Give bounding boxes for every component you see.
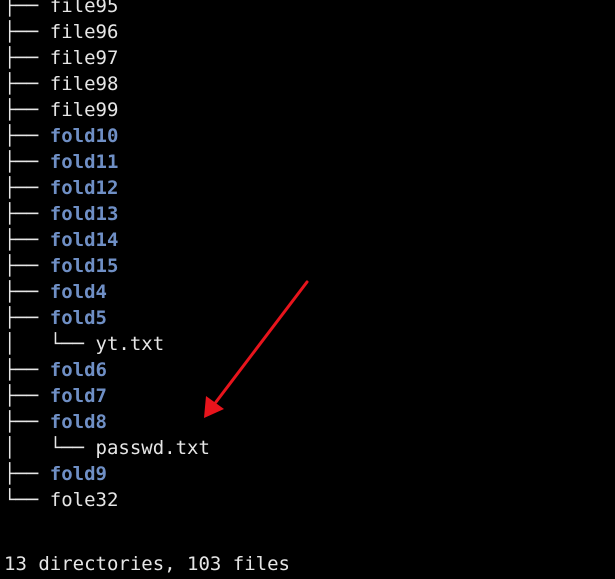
tree-branch-connector: ├──: [4, 255, 50, 277]
file-name: yt.txt: [95, 333, 165, 355]
tree-branch-connector: ├──: [4, 99, 50, 121]
tree-row-file: ├── file95: [4, 0, 118, 19]
directory-name: fold13: [49, 203, 119, 225]
tree-branch-connector: ├──: [4, 151, 50, 173]
tree-row-file: ├── file98: [4, 71, 118, 97]
tree-branch-connector: ├──: [4, 359, 50, 381]
directory-name: fold7: [49, 385, 107, 407]
tree-row-directory: ├── fold9: [4, 461, 107, 487]
tree-row-file: ├── file97: [4, 45, 118, 71]
tree-row-directory: ├── fold13: [4, 201, 118, 227]
directory-name: fold6: [49, 359, 107, 381]
tree-row-directory: ├── fold10: [4, 123, 118, 149]
tree-branch-connector: ├──: [4, 0, 50, 17]
tree-row-file: └── fole32: [4, 487, 118, 513]
tree-row-directory: ├── fold7: [4, 383, 107, 409]
directory-name: fold4: [49, 281, 107, 303]
file-name: file99: [49, 99, 119, 121]
tree-branch-connector: │ └──: [4, 437, 96, 459]
directory-name: fold11: [49, 151, 119, 173]
terminal-output: ├── file95 ├── file96 ├── file97 ├── file98…: [4, 0, 615, 579]
tree-row-file: │ └── passwd.txt: [4, 435, 210, 461]
tree-branch-connector: ├──: [4, 125, 50, 147]
directory-name: fold8: [49, 411, 107, 433]
tree-branch-connector: ├──: [4, 229, 50, 251]
tree-branch-connector: ├──: [4, 411, 50, 433]
tree-branch-connector: ├──: [4, 73, 50, 95]
file-name: file97: [49, 47, 119, 69]
tree-branch-connector: ├──: [4, 21, 50, 43]
directory-name: fold14: [49, 229, 119, 251]
tree-branch-connector: │ └──: [4, 333, 96, 355]
tree-row-directory: ├── fold8: [4, 409, 107, 435]
directory-name: fold9: [49, 463, 107, 485]
tree-branch-connector: ├──: [4, 47, 50, 69]
tree-row-directory: ├── fold12: [4, 175, 118, 201]
file-name: file98: [49, 73, 119, 95]
tree-row-directory: ├── fold15: [4, 253, 118, 279]
tree-branch-connector: ├──: [4, 463, 50, 485]
tree-branch-connector: ├──: [4, 385, 50, 407]
directory-name: fold15: [49, 255, 119, 277]
file-name: fole32: [49, 489, 119, 511]
tree-summary: 13 directories, 103 files: [4, 553, 290, 575]
tree-row-directory: ├── fold11: [4, 149, 118, 175]
file-name: file96: [49, 21, 119, 43]
tree-row-directory: ├── fold6: [4, 357, 107, 383]
tree-branch-connector: ├──: [4, 307, 50, 329]
tree-row-directory: ├── fold14: [4, 227, 118, 253]
directory-name: fold10: [49, 125, 119, 147]
tree-branch-connector: ├──: [4, 281, 50, 303]
directory-name: fold12: [49, 177, 119, 199]
file-name: passwd.txt: [95, 437, 210, 459]
tree-row-file: ├── file99: [4, 97, 118, 123]
tree-branch-connector: ├──: [4, 177, 50, 199]
tree-branch-connector: └──: [4, 489, 50, 511]
tree-row-file: │ └── yt.txt: [4, 331, 164, 357]
tree-row-directory: ├── fold4: [4, 279, 107, 305]
tree-branch-connector: ├──: [4, 203, 50, 225]
tree-row-file: ├── file96: [4, 19, 118, 45]
directory-name: fold5: [49, 307, 107, 329]
tree-row-directory: ├── fold5: [4, 305, 107, 331]
file-name: file95: [49, 0, 119, 17]
